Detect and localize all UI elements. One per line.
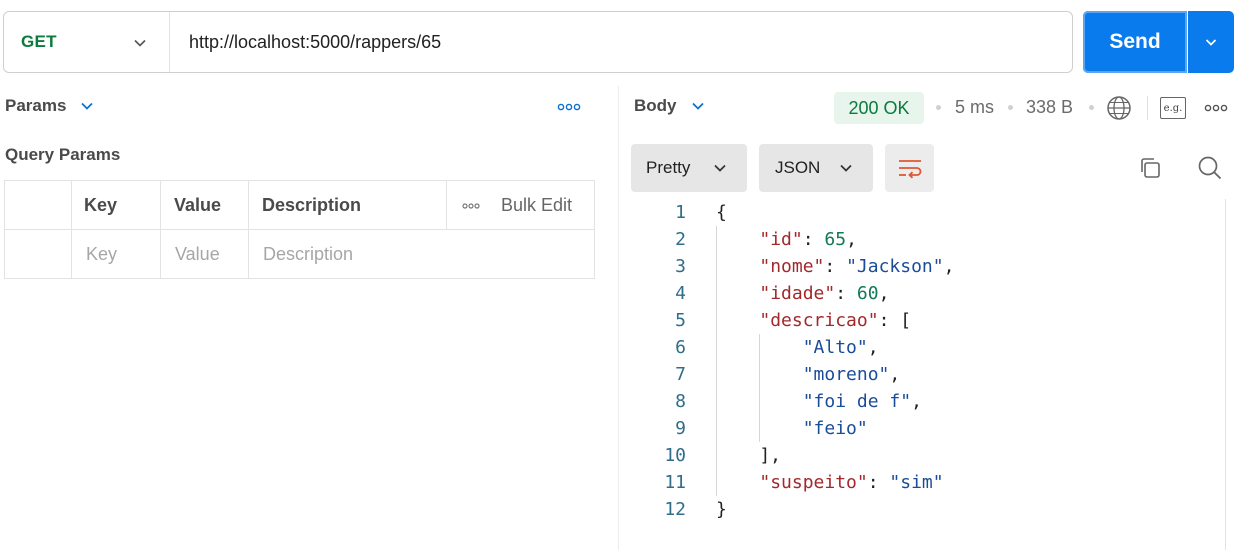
line-number: 8 <box>675 391 686 412</box>
line-number: 9 <box>675 418 686 439</box>
json-array-item: "foi de f" <box>802 391 912 412</box>
status-badge[interactable]: 200 OK <box>834 92 924 124</box>
tab-params-label: Params <box>5 96 67 115</box>
json-key: "idade" <box>759 283 836 304</box>
more-dots-icon <box>462 202 480 209</box>
separator-dot <box>936 105 941 110</box>
column-header-key: Key <box>84 195 118 215</box>
url-input[interactable]: http://localhost:5000/rappers/65 <box>170 32 441 53</box>
send-button[interactable]: Send <box>1083 11 1187 73</box>
json-value: 60 <box>856 283 879 304</box>
tab-body[interactable]: Body <box>634 96 705 116</box>
column-header-value: Value <box>174 195 222 215</box>
separator-dot <box>1089 105 1094 110</box>
response-time[interactable]: 5 ms <box>955 97 994 118</box>
more-dots-icon[interactable] <box>1204 101 1228 115</box>
globe-icon[interactable] <box>1106 95 1132 121</box>
chevron-down-icon <box>691 102 704 110</box>
chevron-down-icon <box>840 164 852 172</box>
json-array-item: "feio" <box>802 418 868 439</box>
wrap-lines-button[interactable] <box>885 144 934 192</box>
line-number: 11 <box>664 472 686 493</box>
line-number: 7 <box>675 364 686 385</box>
language-select[interactable]: JSON <box>759 144 873 192</box>
line-number: 6 <box>675 337 686 358</box>
json-value: 65 <box>824 229 847 250</box>
chevron-down-icon <box>81 102 94 110</box>
copy-icon[interactable] <box>1138 156 1162 180</box>
panel-splitter[interactable] <box>618 86 619 550</box>
json-value: "sim" <box>889 472 944 493</box>
chevron-down-icon <box>134 39 146 47</box>
format-select[interactable]: Pretty <box>631 144 747 192</box>
json-key: "id" <box>759 229 803 250</box>
tab-body-label: Body <box>634 96 677 115</box>
example-icon[interactable]: e.g. <box>1160 97 1186 119</box>
scrollbar-track[interactable] <box>1225 199 1226 550</box>
method-select[interactable]: GET <box>4 12 170 72</box>
table-options-button[interactable] <box>462 181 480 230</box>
line-number: 10 <box>664 445 686 466</box>
json-key: "nome" <box>759 256 825 277</box>
json-array-item: "moreno" <box>802 364 890 385</box>
request-bar: GET http://localhost:5000/rappers/65 <box>3 11 1073 73</box>
table-header-row: Key Value Description Bulk Edit <box>5 181 594 230</box>
language-label: JSON <box>775 158 821 177</box>
wrap-lines-icon <box>898 160 921 179</box>
table-row: Key Value Description <box>5 230 594 279</box>
response-size[interactable]: 338 B <box>1026 97 1073 118</box>
chevron-down-icon <box>714 164 726 172</box>
method-label: GET <box>21 32 57 51</box>
key-input[interactable]: Key <box>86 230 117 279</box>
more-dots-icon[interactable] <box>557 100 581 114</box>
line-number: 5 <box>675 310 686 331</box>
description-input[interactable]: Description <box>263 230 353 279</box>
tab-params[interactable]: Params <box>5 96 94 116</box>
line-number: 3 <box>675 256 686 277</box>
params-table: Key Value Description Bulk Edit Key Valu… <box>4 180 595 279</box>
line-number: 2 <box>675 229 686 250</box>
value-input[interactable]: Value <box>175 230 220 279</box>
json-value: "Jackson" <box>846 256 944 277</box>
line-number: 4 <box>675 283 686 304</box>
bulk-edit-button[interactable]: Bulk Edit <box>501 181 572 230</box>
divider <box>1147 96 1148 120</box>
line-number: 1 <box>675 202 686 223</box>
search-icon[interactable] <box>1197 155 1223 181</box>
json-key: "descricao" <box>759 310 879 331</box>
format-label: Pretty <box>646 158 691 177</box>
separator-dot <box>1008 105 1013 110</box>
json-array-item: "Alto" <box>802 337 868 358</box>
column-header-description: Description <box>262 195 362 215</box>
query-params-title: Query Params <box>5 145 121 164</box>
chevron-down-icon <box>1205 39 1217 46</box>
send-group: Send <box>1083 11 1234 73</box>
line-number: 12 <box>664 499 686 520</box>
send-options-button[interactable] <box>1188 11 1234 73</box>
json-key: "suspeito" <box>759 472 868 493</box>
